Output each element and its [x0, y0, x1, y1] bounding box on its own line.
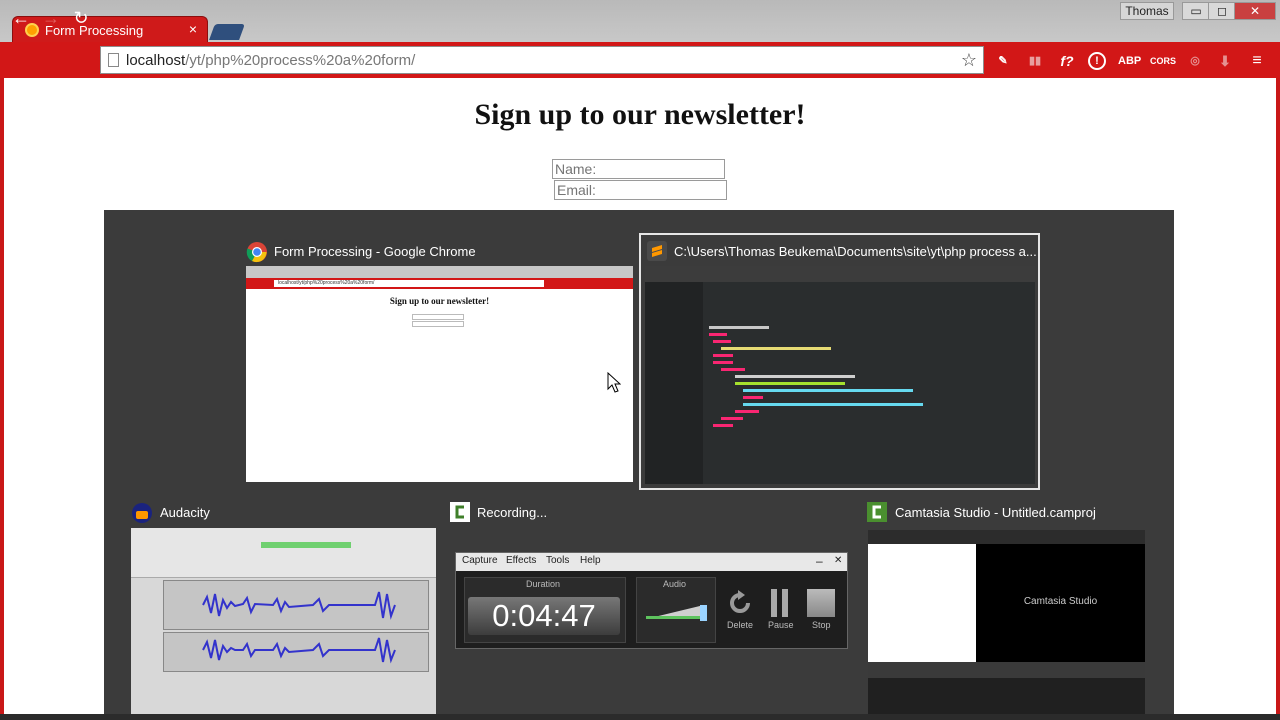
- mouse-cursor-icon: [607, 372, 621, 393]
- pause-label: Pause: [768, 620, 794, 630]
- thumb-url: localhost/yt/php%20process%20a%20form/: [274, 280, 544, 287]
- forward-arrow-icon[interactable]: →: [40, 7, 62, 29]
- recorder-close-button[interactable]: ✕: [834, 555, 842, 566]
- sync-extension-icon[interactable]: ◎: [1184, 52, 1206, 70]
- menu-tools[interactable]: Tools: [546, 555, 569, 566]
- delete-label: Delete: [727, 620, 754, 630]
- menu-capture[interactable]: Capture: [462, 555, 498, 566]
- download-extension-icon[interactable]: ⬇: [1214, 52, 1236, 70]
- minimize-button[interactable]: ▭: [1182, 2, 1210, 20]
- url-path: /yt/php%20process%20a%20form/: [185, 52, 416, 69]
- pause-extension-icon[interactable]: ▮▮: [1024, 52, 1046, 70]
- audio-label: Audio: [663, 579, 687, 589]
- stop-icon[interactable]: [807, 589, 835, 617]
- switcher-label-recorder: Recording...: [477, 505, 548, 520]
- url-host: localhost: [126, 52, 186, 69]
- adblock-extension-icon[interactable]: ABP: [1118, 52, 1141, 70]
- function-extension-icon[interactable]: f?: [1056, 52, 1078, 70]
- recorder-minimize-button[interactable]: –: [816, 554, 823, 568]
- pen-extension-icon[interactable]: ✎: [992, 52, 1014, 70]
- new-tab-button[interactable]: [209, 24, 245, 40]
- alert-extension-icon[interactable]: !: [1088, 52, 1106, 70]
- tab-close-icon[interactable]: ×: [189, 21, 197, 37]
- switcher-label-chrome: Form Processing - Google Chrome: [274, 244, 476, 259]
- thumb-page-title: Sign up to our newsletter!: [389, 296, 490, 306]
- address-bar[interactable]: localhost/yt/php%20process%20a%20form/ ☆: [100, 46, 984, 74]
- chrome-icon: [246, 242, 267, 263]
- audio-level-slider[interactable]: [644, 601, 710, 623]
- page-title: Sign up to our newsletter!: [474, 98, 806, 131]
- switcher-label-sublime: C:\Users\Thomas Beukema\Documents\site\y…: [674, 244, 1037, 259]
- camtasia-thumbnail: Camtasia Studio: [868, 530, 1145, 720]
- bookmark-star-icon[interactable]: ☆: [961, 50, 977, 71]
- restore-button[interactable]: ◻: [1208, 2, 1236, 20]
- page-icon: [108, 53, 119, 67]
- camtasia-icon: [867, 502, 887, 522]
- switcher-label-audacity: Audacity: [160, 505, 210, 520]
- audacity-icon: [132, 503, 152, 523]
- menu-effects[interactable]: Effects: [506, 555, 536, 566]
- cors-extension-icon[interactable]: CORS: [1150, 52, 1176, 70]
- duration-label: Duration: [526, 579, 561, 589]
- delete-icon[interactable]: [726, 589, 754, 617]
- back-arrow-icon[interactable]: ←: [10, 7, 32, 29]
- sublime-icon: [647, 241, 667, 261]
- reload-icon[interactable]: ↻: [70, 7, 92, 29]
- duration-display: 0:04:47: [468, 597, 620, 635]
- email-field[interactable]: [554, 180, 727, 200]
- camtasia-splash: Camtasia Studio: [1023, 596, 1098, 607]
- camtasia-recorder-icon: [450, 502, 470, 522]
- menu-help[interactable]: Help: [580, 555, 601, 566]
- menu-icon[interactable]: ≡: [1246, 52, 1268, 70]
- audacity-thumbnail: [131, 528, 436, 720]
- chrome-thumbnail: localhost/yt/php%20process%20a%20form/ S…: [246, 266, 633, 482]
- close-window-button[interactable]: ✕: [1234, 2, 1276, 20]
- recorder-window: Capture Effects Tools Help – ✕ Duration …: [455, 552, 848, 649]
- name-field[interactable]: [552, 159, 725, 179]
- taskbar-edge: [0, 714, 1280, 720]
- sublime-thumbnail: [645, 266, 1035, 484]
- pause-icon[interactable]: [769, 589, 791, 617]
- switcher-label-camtasia: Camtasia Studio - Untitled.camproj: [895, 505, 1096, 520]
- stop-label: Stop: [812, 620, 831, 630]
- profile-badge[interactable]: Thomas: [1120, 2, 1174, 20]
